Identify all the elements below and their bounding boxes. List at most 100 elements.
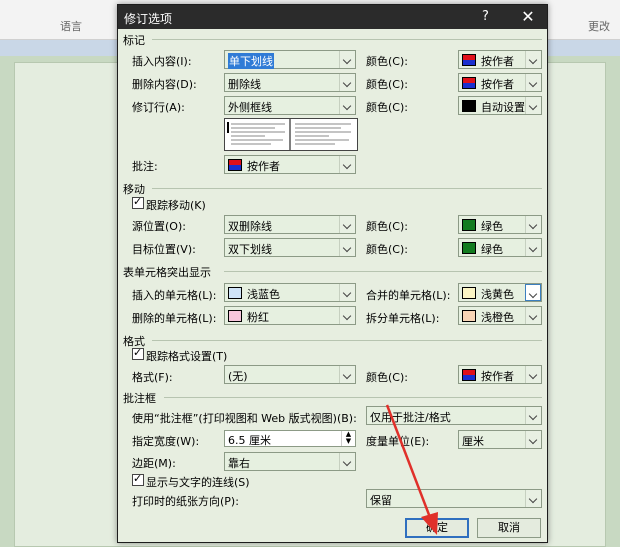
deleted-cells-select[interactable]: 粉红 — [224, 306, 356, 325]
chevron-down-icon[interactable] — [525, 284, 541, 301]
margin-select[interactable]: 靠右 — [224, 452, 356, 471]
moved-from-color-select[interactable]: 绿色 — [458, 215, 542, 234]
track-moves-checkbox[interactable] — [132, 195, 144, 209]
track-moves-label: 跟踪移动(K) — [146, 199, 206, 212]
insertions-value: 单下划线 — [228, 53, 274, 69]
paper-orientation-select[interactable]: 保留 — [366, 489, 542, 508]
preview-lines-graphic — [227, 119, 351, 150]
chevron-down-icon[interactable] — [525, 366, 541, 383]
chevron-down-icon[interactable] — [339, 284, 355, 301]
track-formatting-checkbox[interactable] — [132, 346, 144, 360]
pink-swatch — [228, 310, 242, 322]
deletions-select[interactable]: 删除线 — [224, 73, 356, 92]
chevron-down-icon[interactable] — [525, 74, 541, 91]
formatting-color-select[interactable]: 按作者 — [458, 365, 542, 384]
insertions-color-select[interactable]: 按作者 — [458, 50, 542, 69]
chevron-down-icon[interactable] — [339, 307, 355, 324]
use-balloons-label: 使用“批注框”(打印视图和 Web 版式视图)(B): — [132, 412, 357, 425]
comments-label: 批注: — [132, 160, 158, 173]
formatting-color-label: 颜色(C): — [366, 371, 408, 384]
changed-lines-select[interactable]: 外侧框线 — [224, 96, 356, 115]
help-icon[interactable]: ? — [482, 9, 489, 24]
formatting-label: 格式(F): — [132, 371, 173, 384]
chevron-down-icon[interactable] — [525, 216, 541, 233]
deletions-label: 删除内容(D): — [132, 78, 197, 91]
balloons-section-title: 批注框 — [123, 392, 156, 405]
changed-lines-color-select[interactable]: 自动设置 — [458, 96, 542, 115]
insertions-color-value: 按作者 — [481, 55, 514, 68]
deletions-color-select[interactable]: 按作者 — [458, 73, 542, 92]
chevron-down-icon[interactable] — [339, 216, 355, 233]
section-divider — [152, 340, 542, 341]
section-divider — [152, 188, 542, 189]
track-formatting-label: 跟踪格式设置(T) — [146, 350, 228, 363]
light-blue-swatch — [228, 287, 242, 299]
dialog-title: 修订选项 — [124, 12, 173, 26]
changed-lines-color-value: 自动设置 — [481, 101, 525, 114]
comments-value: 按作者 — [247, 160, 280, 173]
show-lines-checkbox[interactable] — [132, 472, 144, 486]
moved-from-color-label: 颜色(C): — [366, 220, 408, 233]
deleted-cells-label: 删除的单元格(L): — [132, 312, 217, 325]
chevron-down-icon[interactable] — [339, 74, 355, 91]
changed-lines-value: 外侧框线 — [228, 101, 272, 114]
split-cells-value: 浅橙色 — [481, 311, 514, 324]
cancel-button[interactable]: 取消 — [477, 518, 541, 538]
merged-cells-label: 合并的单元格(L): — [366, 289, 451, 302]
inserted-cells-select[interactable]: 浅蓝色 — [224, 283, 356, 302]
use-balloons-value: 仅用于批注/格式 — [370, 411, 451, 424]
formatting-color-value: 按作者 — [481, 370, 514, 383]
section-divider — [152, 39, 542, 40]
merged-cells-select[interactable]: 浅黄色 — [458, 283, 542, 302]
chevron-down-icon[interactable] — [525, 51, 541, 68]
chevron-down-icon[interactable] — [339, 51, 355, 68]
author-color-swatch — [462, 77, 476, 89]
moved-to-color-value: 绿色 — [481, 243, 503, 256]
margin-label: 边距(M): — [132, 457, 176, 470]
markup-section-title: 标记 — [123, 34, 145, 47]
moved-to-select[interactable]: 双下划线 — [224, 238, 356, 257]
moved-from-select[interactable]: 双删除线 — [224, 215, 356, 234]
chevron-down-icon[interactable] — [525, 407, 541, 424]
deleted-cells-value: 粉红 — [247, 311, 269, 324]
chevron-down-icon[interactable] — [525, 431, 541, 448]
chevron-down-icon[interactable] — [339, 97, 355, 114]
moved-from-value: 双删除线 — [228, 220, 272, 233]
ribbon-changes-label: 更改 — [588, 20, 610, 33]
balloon-width-spinner[interactable]: 6.5 厘米 ▲ ▼ — [224, 430, 356, 447]
balloon-width-label: 指定宽度(W): — [132, 435, 200, 448]
deletions-color-label: 颜色(C): — [366, 78, 408, 91]
chevron-down-icon[interactable] — [339, 239, 355, 256]
moved-to-color-select[interactable]: 绿色 — [458, 238, 542, 257]
chevron-down-icon[interactable] — [525, 307, 541, 324]
formatting-select[interactable]: (无) — [224, 365, 356, 384]
changed-lines-label: 修订行(A): — [132, 101, 185, 114]
chevron-down-icon[interactable] — [339, 156, 355, 173]
chevron-down-icon[interactable] — [339, 453, 355, 470]
spinner-arrows-icon[interactable]: ▲ ▼ — [341, 431, 355, 446]
ok-button[interactable]: 确定 — [405, 518, 469, 538]
moved-from-color-value: 绿色 — [481, 220, 503, 233]
split-cells-select[interactable]: 浅橙色 — [458, 306, 542, 325]
margin-value: 靠右 — [228, 457, 250, 470]
deletions-color-value: 按作者 — [481, 78, 514, 91]
insertions-select[interactable]: 单下划线 — [224, 50, 356, 69]
light-yellow-swatch — [462, 287, 476, 299]
paper-orientation-value: 保留 — [370, 494, 392, 507]
chevron-down-icon[interactable] — [525, 490, 541, 507]
chevron-down-icon[interactable] — [525, 239, 541, 256]
moved-from-label: 源位置(O): — [132, 220, 186, 233]
insertions-label: 插入内容(I): — [132, 55, 192, 68]
show-lines-label: 显示与文字的连线(S) — [146, 476, 250, 489]
use-balloons-select[interactable]: 仅用于批注/格式 — [366, 406, 542, 425]
chevron-down-icon[interactable] — [339, 366, 355, 383]
comments-color-select[interactable]: 按作者 — [224, 155, 356, 174]
light-orange-swatch — [462, 310, 476, 322]
paper-orientation-label: 打印时的纸张方向(P): — [132, 495, 239, 508]
section-divider — [164, 397, 542, 398]
close-icon[interactable]: ✕ — [513, 6, 543, 28]
moved-to-color-label: 颜色(C): — [366, 243, 408, 256]
measure-unit-select[interactable]: 厘米 — [458, 430, 542, 449]
author-color-swatch — [462, 369, 476, 381]
chevron-down-icon[interactable] — [525, 97, 541, 114]
